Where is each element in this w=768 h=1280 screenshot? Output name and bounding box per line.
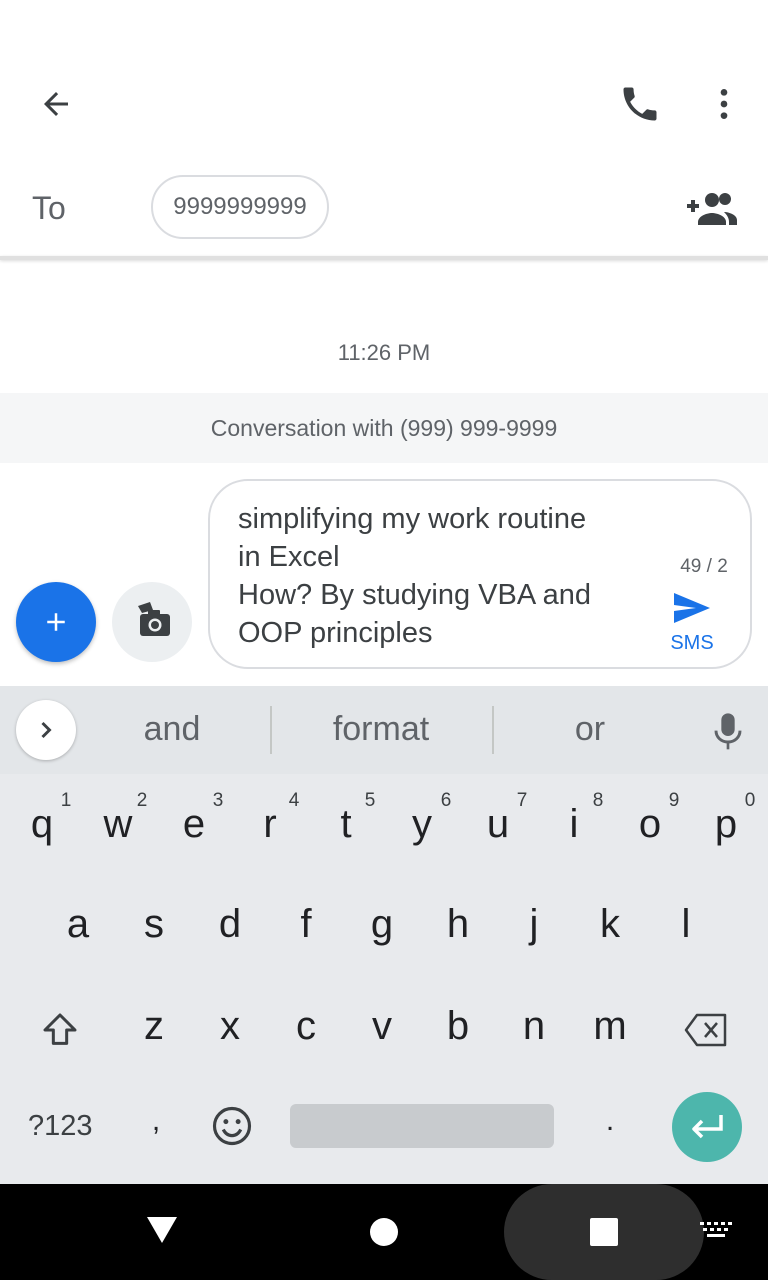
nav-recents-button[interactable] (580, 1208, 628, 1256)
nav-recents-icon (590, 1218, 618, 1246)
suggestion-2[interactable]: format (290, 710, 472, 749)
key-a[interactable]: a (48, 902, 108, 947)
recipient-row (0, 160, 768, 256)
key-x[interactable]: x (200, 1004, 260, 1049)
backspace-icon (684, 1013, 727, 1047)
key-hint-4: 4 (288, 790, 300, 811)
arrow-back-icon (44, 92, 68, 116)
key-hint-2: 2 (136, 790, 148, 811)
enter-key[interactable] (672, 1092, 742, 1162)
key-s[interactable]: s (124, 902, 184, 947)
character-counter: 49 / 2 (680, 556, 728, 577)
shift-key[interactable] (30, 1000, 90, 1060)
key-hint-6: 6 (440, 790, 452, 811)
phone-icon (623, 87, 657, 121)
camera-icon (138, 602, 170, 636)
backspace-key[interactable] (676, 1000, 736, 1060)
key-j[interactable]: j (504, 902, 564, 947)
key-d[interactable]: d (200, 902, 260, 947)
nav-back-button[interactable] (138, 1206, 186, 1254)
message-text[interactable]: simplifying my work routine in Excel How… (238, 500, 658, 652)
key-l[interactable]: l (656, 902, 716, 947)
conversation-banner: Conversation with (999) 999-9999 (0, 393, 768, 463)
nav-back-icon (147, 1217, 177, 1243)
space-key[interactable] (290, 1104, 554, 1148)
back-button[interactable] (24, 72, 88, 136)
add-people-button[interactable] (680, 180, 744, 236)
message-timestamp: 11:26 PM (337, 340, 431, 365)
comma-key[interactable]: , (126, 1104, 186, 1138)
key-hint-0: 0 (744, 790, 756, 811)
suggestion-divider (492, 706, 494, 754)
keyboard-expand-button[interactable] (16, 700, 76, 760)
emoji-icon (212, 1106, 252, 1146)
keyboard-icon (700, 1222, 732, 1237)
plus-icon (47, 613, 65, 631)
group-add-icon (687, 193, 737, 225)
more-vert-icon (720, 89, 728, 119)
key-hint-9: 9 (668, 790, 680, 811)
suggestion-3[interactable]: or (530, 710, 650, 749)
recipient-chip[interactable]: 9999999999 (151, 175, 329, 239)
nav-home-icon (370, 1218, 398, 1246)
key-v[interactable]: v (352, 1004, 412, 1049)
key-hint-5: 5 (364, 790, 376, 811)
camera-button[interactable] (112, 582, 192, 662)
suggestion-1[interactable]: and (100, 710, 244, 749)
key-f[interactable]: f (276, 902, 336, 947)
key-hint-8: 8 (592, 790, 604, 811)
chevron-right-icon (41, 721, 52, 739)
key-n[interactable]: n (504, 1004, 564, 1049)
key-hint-1: 1 (60, 790, 72, 811)
voice-input-button[interactable] (700, 704, 756, 760)
add-attachment-button[interactable] (16, 582, 96, 662)
microphone-icon (714, 713, 742, 750)
keyboard-switch-button[interactable] (694, 1214, 738, 1248)
key-b[interactable]: b (428, 1004, 488, 1049)
key-z[interactable]: z (124, 1004, 184, 1049)
key-hint-7: 7 (516, 790, 528, 811)
key-m[interactable]: m (580, 1004, 640, 1049)
shift-icon (43, 1013, 77, 1045)
key-c[interactable]: c (276, 1004, 336, 1049)
send-sms-label[interactable]: SMS (664, 632, 720, 655)
more-options-button[interactable] (692, 72, 756, 136)
key-k[interactable]: k (580, 902, 640, 947)
send-icon (674, 593, 710, 623)
key-g[interactable]: g (352, 902, 412, 947)
nav-home-button[interactable] (360, 1208, 408, 1256)
suggestion-divider (270, 706, 272, 754)
call-button[interactable] (608, 72, 672, 136)
to-label: To (32, 190, 66, 226)
period-key[interactable]: . (580, 1104, 640, 1138)
symbols-key[interactable]: ?123 (28, 1110, 93, 1143)
send-button[interactable] (664, 586, 720, 630)
header-divider (0, 256, 768, 260)
emoji-key[interactable] (204, 1098, 260, 1154)
key-h[interactable]: h (428, 902, 488, 947)
enter-icon (692, 1115, 723, 1139)
key-hint-3: 3 (212, 790, 224, 811)
